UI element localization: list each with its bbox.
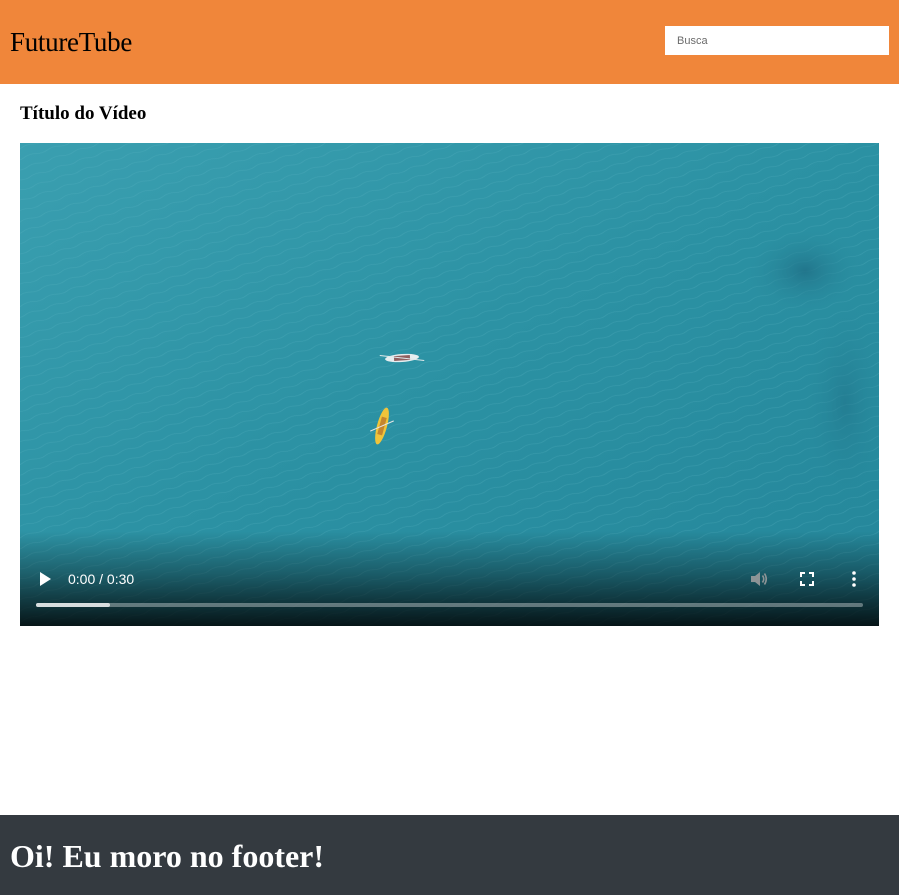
site-header: FutureTube <box>0 0 899 84</box>
search-input[interactable] <box>665 26 889 55</box>
video-title: Título do Vídeo <box>20 103 147 124</box>
video-player[interactable]: 0:00 / 0:30 <box>20 143 879 626</box>
progress-bar[interactable] <box>36 603 863 607</box>
volume-icon[interactable] <box>750 571 768 587</box>
site-logo[interactable]: FutureTube <box>10 26 132 58</box>
fullscreen-icon[interactable] <box>800 572 814 586</box>
play-icon[interactable] <box>38 571 52 587</box>
footer-text: Oi! Eu moro no footer! <box>10 838 325 874</box>
more-options-icon[interactable] <box>851 571 857 587</box>
progress-buffered <box>36 603 111 607</box>
time-display: 0:00 / 0:30 <box>68 571 135 587</box>
site-footer: Oi! Eu moro no footer! <box>0 815 899 895</box>
